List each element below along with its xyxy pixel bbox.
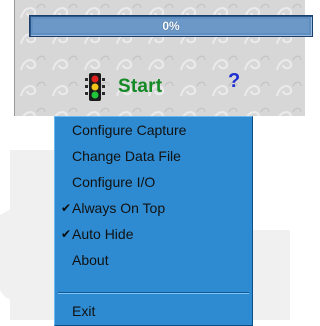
menu-item-label: Configure Capture bbox=[72, 122, 187, 138]
menu-item-about[interactable]: About bbox=[55, 247, 252, 273]
menu-item-auto-hide[interactable]: ✔ Auto Hide bbox=[55, 221, 252, 247]
menu-item-exit[interactable]: Exit bbox=[55, 298, 252, 324]
help-question-icon[interactable]: ? bbox=[228, 70, 240, 93]
menu-item-label: About bbox=[72, 252, 109, 268]
menu-item-label: Auto Hide bbox=[72, 226, 134, 242]
checkmark-icon: ✔ bbox=[61, 227, 72, 241]
start-button[interactable]: Start bbox=[80, 72, 162, 102]
menu-item-configure-capture[interactable]: Configure Capture bbox=[55, 117, 252, 143]
menu-item-label: Always On Top bbox=[72, 200, 166, 216]
menu-separator bbox=[58, 292, 249, 294]
progress-percent-label: 0% bbox=[162, 19, 180, 33]
menu-item-label: Change Data File bbox=[72, 148, 181, 164]
progress-bar: 0% bbox=[29, 15, 313, 37]
traffic-light-icon bbox=[85, 73, 105, 101]
menu-item-label: Configure I/O bbox=[72, 174, 156, 190]
menu-item-change-data-file[interactable]: Change Data File bbox=[55, 143, 252, 169]
menu-item-configure-io[interactable]: Configure I/O bbox=[55, 169, 252, 195]
menu-item-always-on-top[interactable]: ✔ Always On Top bbox=[55, 195, 252, 221]
menu-item-label: Exit bbox=[72, 303, 96, 319]
start-label: Start bbox=[118, 76, 163, 97]
checkmark-icon: ✔ bbox=[61, 201, 72, 215]
context-menu: Configure Capture Change Data File Confi… bbox=[54, 116, 253, 326]
